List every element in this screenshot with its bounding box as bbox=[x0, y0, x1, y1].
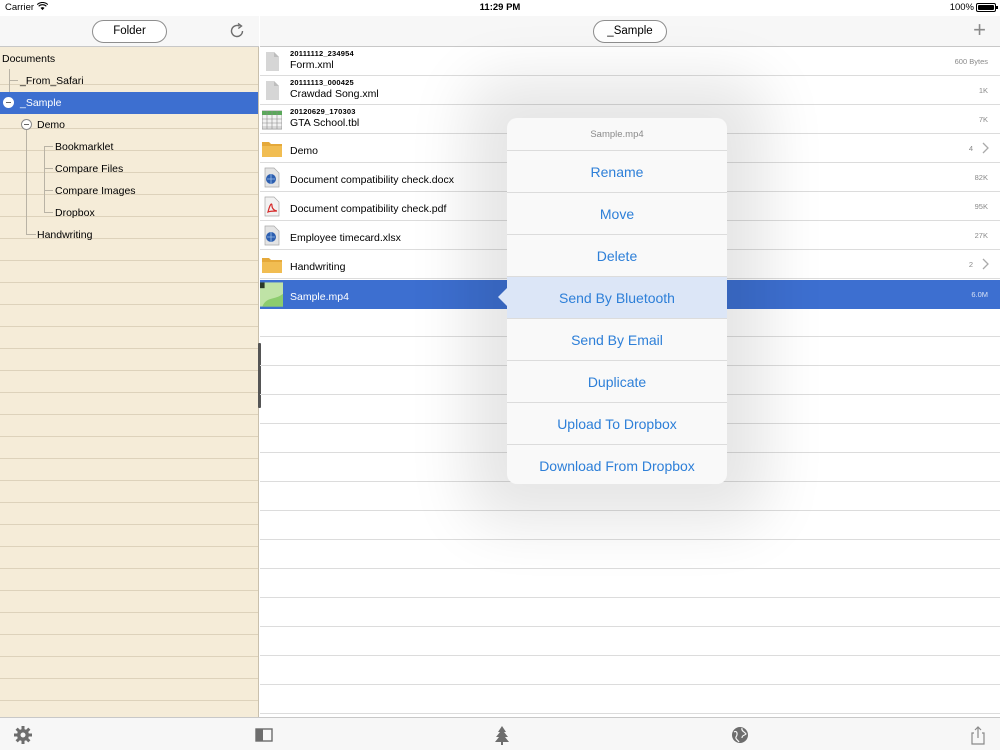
collapse-icon[interactable] bbox=[21, 119, 32, 130]
pdf-icon bbox=[264, 196, 280, 217]
file-date: 20111113_000425 bbox=[290, 78, 354, 87]
file-size: 95K bbox=[974, 202, 988, 211]
tree-item-label: Bookmarklet bbox=[55, 141, 114, 153]
duplicate-action[interactable]: Duplicate bbox=[507, 361, 727, 403]
tree-item-demo[interactable]: Demo bbox=[0, 114, 258, 136]
popover-arrow bbox=[498, 288, 507, 306]
item-count: 2 bbox=[968, 260, 973, 269]
web-document-icon bbox=[264, 225, 280, 246]
collapse-icon[interactable] bbox=[3, 97, 14, 108]
folder-tree-pane: Folder Documents _From_Safari _Sample De… bbox=[0, 16, 259, 717]
tree-item-dropbox[interactable]: Dropbox bbox=[55, 202, 95, 224]
file-name: Document compatibility check.docx bbox=[290, 174, 454, 186]
folder-icon bbox=[262, 142, 282, 157]
file-name: Demo bbox=[290, 145, 319, 157]
tree-item-label: _From_Safari bbox=[20, 75, 84, 87]
file-size: 82K bbox=[974, 173, 988, 182]
plus-icon[interactable]: + bbox=[973, 19, 986, 41]
file-size: 600 Bytes bbox=[954, 57, 988, 66]
popover-title: Sample.mp4 bbox=[507, 118, 727, 151]
file-row[interactable]: 20111113_000425 Crawdad Song.xml 1K bbox=[260, 76, 1000, 105]
clock: 11:29 PM bbox=[479, 2, 521, 13]
file-name: Form.xml bbox=[290, 59, 334, 71]
file-name: Document compatibility check.pdf bbox=[290, 203, 447, 215]
file-size: 6.0M bbox=[971, 290, 988, 299]
tree-item-label: Documents bbox=[2, 53, 56, 65]
document-icon bbox=[266, 52, 279, 71]
tree-item-documents[interactable]: Documents bbox=[2, 48, 55, 70]
file-date: 20111112_234954 bbox=[290, 49, 354, 58]
tree-item-from-safari[interactable]: _From_Safari bbox=[20, 70, 84, 92]
status-bar: Carrier 11:29 PM 100% bbox=[0, 0, 1000, 16]
battery-percent: 100% bbox=[949, 2, 974, 13]
move-action[interactable]: Move bbox=[507, 193, 727, 235]
folder-icon bbox=[262, 258, 282, 273]
tree-item-compare-images[interactable]: Compare Images bbox=[55, 180, 136, 202]
file-size: 1K bbox=[978, 86, 988, 95]
tree-item-handwriting[interactable]: Handwriting bbox=[37, 224, 92, 246]
tree-item-label: _Sample bbox=[20, 97, 62, 109]
tree-icon[interactable] bbox=[492, 725, 512, 745]
tree-item-compare-files[interactable]: Compare Files bbox=[55, 158, 123, 180]
send-by-email-action[interactable]: Send By Email bbox=[507, 319, 727, 361]
tree-item-label: Compare Files bbox=[55, 163, 124, 175]
table-icon bbox=[262, 110, 282, 130]
refresh-icon[interactable] bbox=[228, 22, 246, 40]
chevron-right-icon bbox=[982, 258, 989, 270]
right-header: _Sample + bbox=[260, 16, 1000, 47]
download-from-dropbox-action[interactable]: Download From Dropbox bbox=[507, 445, 727, 487]
file-name: Employee timecard.xlsx bbox=[290, 232, 401, 244]
folder-button[interactable]: Folder bbox=[92, 20, 167, 43]
globe-icon[interactable] bbox=[730, 725, 750, 745]
chevron-right-icon bbox=[982, 142, 989, 154]
tree-item-sample[interactable]: _Sample bbox=[0, 92, 258, 114]
battery-icon bbox=[976, 3, 998, 12]
bottom-toolbar bbox=[0, 717, 1000, 750]
tree-item-label: Demo bbox=[37, 119, 66, 131]
file-name: Handwriting bbox=[290, 261, 346, 273]
tree-item-bookmarklet[interactable]: Bookmarklet bbox=[55, 136, 113, 158]
file-date: 20120629_170303 bbox=[290, 107, 356, 116]
delete-action[interactable]: Delete bbox=[507, 235, 727, 277]
file-row[interactable]: 20111112_234954 Form.xml 600 Bytes bbox=[260, 47, 1000, 76]
item-count: 4 bbox=[968, 144, 973, 153]
path-button[interactable]: _Sample bbox=[593, 20, 667, 43]
tree-item-label: Compare Images bbox=[55, 185, 136, 197]
gear-icon[interactable] bbox=[13, 725, 33, 745]
share-icon[interactable] bbox=[968, 725, 988, 745]
file-name: Sample.mp4 bbox=[290, 291, 349, 303]
send-by-bluetooth-action[interactable]: Send By Bluetooth bbox=[507, 277, 727, 319]
video-thumbnail-icon bbox=[260, 282, 283, 307]
file-name: Crawdad Song.xml bbox=[290, 88, 379, 100]
rename-action[interactable]: Rename bbox=[507, 151, 727, 193]
tree-item-label: Handwriting bbox=[37, 229, 93, 241]
file-actions-popover: Sample.mp4 Rename Move Delete Send By Bl… bbox=[498, 118, 727, 487]
file-size: 27K bbox=[974, 231, 988, 240]
document-icon bbox=[266, 81, 279, 100]
file-size: 7K bbox=[978, 115, 988, 124]
upload-to-dropbox-action[interactable]: Upload To Dropbox bbox=[507, 403, 727, 445]
tree-item-label: Dropbox bbox=[55, 207, 95, 219]
sidebar-icon[interactable] bbox=[254, 725, 274, 745]
left-header: Folder bbox=[0, 16, 259, 47]
web-document-icon bbox=[264, 167, 280, 188]
file-name: GTA School.tbl bbox=[290, 117, 360, 129]
